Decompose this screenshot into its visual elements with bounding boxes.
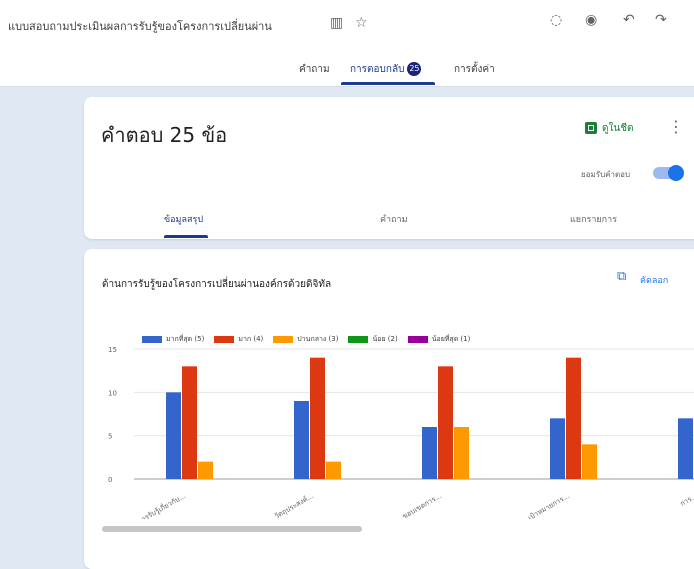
bar [454, 427, 469, 479]
question-title: ด้านการรับรู้ของโครงการเปลี่ยนผ่านองค์กร… [102, 279, 332, 290]
y-tick-label: 5 [108, 433, 112, 441]
tab-responses[interactable]: การตอบกลับ 25 [350, 62, 422, 77]
copy-chart-button[interactable]: คัดลอก [640, 273, 668, 287]
active-subtab-indicator [164, 235, 208, 238]
bar [198, 461, 213, 479]
bar [438, 366, 453, 479]
x-tick-label: วัตถุประสงค์... [273, 492, 315, 519]
undo-icon[interactable]: ↶ [623, 12, 635, 28]
bar [566, 357, 581, 479]
tab-question[interactable]: คำถาม [380, 212, 408, 226]
horizontal-scrollbar[interactable] [102, 526, 362, 532]
tab-settings[interactable]: การตั้งค่า [454, 62, 495, 77]
bar [582, 444, 597, 479]
palette-icon[interactable]: ◌ [550, 12, 562, 28]
bar [166, 392, 181, 479]
bar [294, 401, 309, 479]
view-in-sheets-link[interactable]: ดูในชีต [602, 121, 634, 136]
bar [326, 461, 341, 479]
tab-responses-label: การตอบกลับ [350, 64, 405, 75]
bar [678, 418, 693, 479]
form-tabs: คำถาม การตอบกลับ 25 การตั้งค่า [0, 60, 694, 86]
bar [422, 427, 437, 479]
sheets-icon[interactable] [585, 122, 597, 134]
star-icon[interactable]: ☆ [355, 15, 368, 31]
y-tick-label: 15 [108, 346, 117, 354]
bar [182, 366, 197, 479]
redo-icon[interactable]: ↷ [655, 12, 667, 28]
responses-summary-card: คำตอบ 25 ข้อ ดูในชีต ⋮ ยอมรับคำตอบ ข้อมู… [84, 97, 694, 239]
responses-count-badge: 25 [407, 62, 422, 76]
responses-count-title: คำตอบ 25 ข้อ [101, 123, 228, 147]
x-tick-label: การรับรู้เกี่ยวกับ... [136, 491, 187, 519]
preview-icon[interactable]: ◉ [585, 12, 597, 28]
accepting-responses-label: ยอมรับคำตอบ [581, 170, 631, 179]
tab-individual[interactable]: แยกรายการ [570, 212, 617, 226]
copy-icon[interactable]: ⧉ [617, 269, 626, 284]
y-tick-label: 0 [108, 476, 112, 484]
active-tab-indicator [341, 82, 435, 85]
question-summary-card: ด้านการรับรู้ของโครงการเปลี่ยนผ่านองค์กร… [84, 249, 694, 569]
x-tick-label: การ... [679, 492, 694, 508]
tab-summary[interactable]: ข้อมูลสรุป [164, 212, 203, 226]
x-tick-label: ขอบเขตการ... [401, 492, 443, 519]
accepting-responses-toggle[interactable] [653, 165, 684, 181]
bar [310, 357, 325, 479]
bar-chart: 0 5 10 15 การรับรู้เกี่ยวกับ... วัตถุประสงค์.… [108, 346, 694, 519]
bar [550, 418, 565, 479]
y-tick-label: 10 [108, 389, 117, 397]
document-title[interactable]: แบบสอบถามประเมินผลการรับรู้ของโครงการเปล… [8, 17, 272, 35]
more-options-icon[interactable]: ⋮ [668, 117, 684, 136]
move-to-folder-icon[interactable]: ▥ [330, 15, 343, 31]
tab-questions[interactable]: คำถาม [299, 62, 330, 77]
x-tick-label: เป้าหมายการ... [527, 492, 571, 519]
form-header: แบบสอบถามประเมินผลการรับรู้ของโครงการเปล… [0, 0, 694, 87]
